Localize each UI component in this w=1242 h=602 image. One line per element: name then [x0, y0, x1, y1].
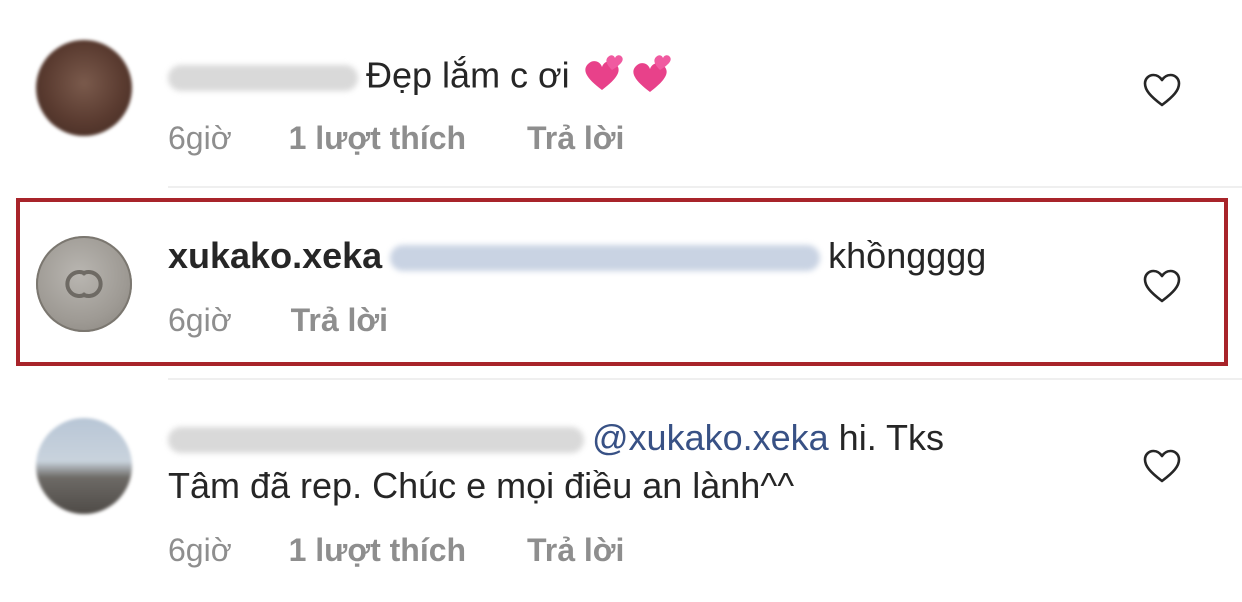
comment-meta: 6giờ 1 lượt thích Trả lời — [168, 118, 624, 158]
likes-count-link[interactable]: 1 lượt thích — [289, 118, 466, 158]
reply-button[interactable]: Trả lời — [527, 118, 624, 158]
comment-text: hi. Tks — [838, 417, 945, 458]
divider — [168, 378, 1242, 380]
comment-time: 6giờ — [168, 532, 232, 568]
username-blurred[interactable] — [168, 65, 358, 91]
avatar[interactable] — [36, 418, 132, 514]
avatar[interactable] — [36, 40, 132, 136]
hearts-emoji — [580, 48, 680, 108]
comment-body: @xukako.xeka hi. Tks — [168, 416, 944, 460]
comment-body: Đẹp lắm c ơi — [168, 48, 680, 108]
likes-count-link[interactable]: 1 lượt thích — [289, 530, 466, 570]
username-blurred[interactable] — [168, 427, 584, 454]
comment-meta: 6giờ 1 lượt thích Trả lời — [168, 530, 624, 570]
divider — [168, 186, 1242, 188]
highlight-frame — [16, 198, 1228, 366]
comment-time: 6giờ — [168, 120, 232, 156]
heart-outline-icon[interactable] — [1142, 448, 1182, 484]
heart-outline-icon[interactable] — [1142, 72, 1182, 108]
reply-button[interactable]: Trả lời — [527, 530, 624, 570]
comment-text: Đẹp lắm c ơi — [366, 54, 570, 96]
comment-text-line2: Tâm đã rep. Chúc e mọi điều an lành^^ — [168, 465, 795, 506]
mention-link[interactable]: @xukako.xeka — [592, 417, 829, 458]
